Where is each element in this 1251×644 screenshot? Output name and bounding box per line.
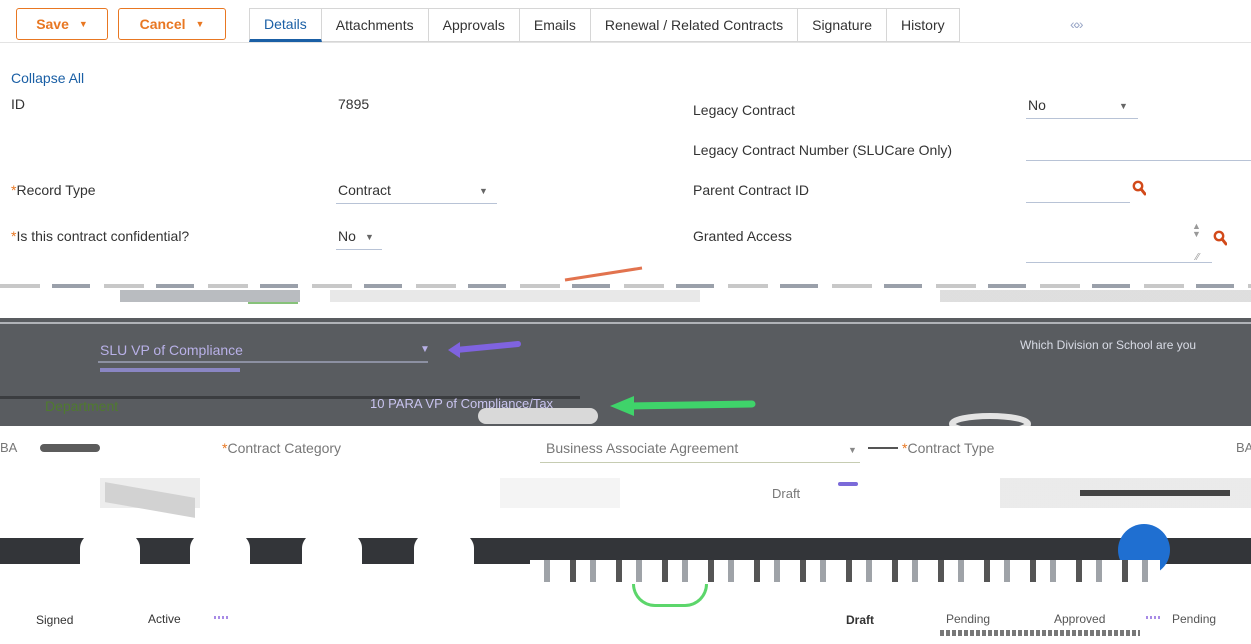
confidential-label: *Is this contract confidential? [11, 228, 190, 244]
contract-category-label: *Contract Category [222, 440, 342, 456]
department-text: Department [45, 398, 119, 414]
granted-access-underline [1026, 262, 1212, 263]
row-prefix-text-right: BA [1236, 440, 1251, 455]
confidential-underline [336, 249, 382, 250]
tab-details[interactable]: Details [249, 8, 322, 42]
vp-compliance-text: SLU VP of Compliance [100, 342, 243, 358]
id-label: ID [11, 96, 25, 112]
tab-attachments[interactable]: Attachments [321, 8, 429, 42]
search-icon[interactable] [1132, 180, 1146, 196]
stage-draft: Draft [846, 613, 875, 627]
tab-history[interactable]: History [887, 8, 960, 42]
glitch-underline [98, 361, 428, 363]
tab-bar: Details Attachments Approvals Emails Ren… [249, 8, 960, 42]
which-division-text: Which Division or School are you [1020, 338, 1197, 352]
stage-bubble [80, 528, 140, 568]
arrow-annotation [610, 396, 756, 416]
glitch-band [0, 284, 1251, 288]
glitch-fragment [214, 616, 230, 619]
legacy-number-input[interactable] [1028, 142, 1248, 160]
glitch-fragment [838, 482, 858, 486]
save-button[interactable]: Save ▼ [16, 8, 108, 40]
glitch-underline [540, 462, 860, 463]
cancel-label: Cancel [139, 16, 186, 32]
granted-access-label: Granted Access [693, 228, 792, 244]
legacy-number-label: Legacy Contract Number (SLUCare Only) [693, 142, 953, 158]
contract-category-value: Business Associate Agreement [546, 440, 739, 456]
header-divider [0, 42, 1251, 43]
legacy-contract-select[interactable]: No [1028, 97, 1046, 113]
arrow-annotation [448, 341, 521, 358]
glitch-fragment [478, 408, 598, 424]
collapse-all-link[interactable]: Collapse All [11, 70, 84, 86]
glitch-band [0, 322, 1251, 324]
row-prefix-text: BA [0, 440, 18, 455]
glitch-fragment [1080, 490, 1230, 496]
stage-pending-2: Pending [1172, 612, 1217, 626]
granted-access-textarea[interactable] [1028, 222, 1208, 260]
glitch-fragment [940, 630, 1140, 636]
tab-approvals[interactable]: Approvals [428, 8, 520, 42]
chevron-down-icon: ▼ [195, 19, 205, 29]
record-type-underline [336, 203, 497, 204]
chevron-down-icon[interactable]: ▼ [1119, 101, 1128, 111]
legacy-number-underline [1026, 160, 1251, 161]
id-value: 7895 [338, 96, 370, 112]
spinner-icon[interactable]: ▲ ▼ [1192, 222, 1201, 239]
confidential-select[interactable]: No [338, 228, 356, 244]
glitch-fragment [248, 302, 298, 304]
draft-text: Draft [772, 486, 801, 501]
glitch-band [0, 290, 1251, 302]
stage-bubble [302, 528, 362, 568]
glitch-band [530, 560, 1160, 582]
stage-approved: Approved [1054, 612, 1106, 626]
search-icon[interactable] [1213, 230, 1227, 246]
chevron-down-icon[interactable]: ▼ [365, 232, 374, 242]
parent-id-input[interactable] [1028, 182, 1128, 200]
glitch-fragment [632, 584, 708, 607]
glitch-fragment [868, 447, 898, 449]
tab-signature[interactable]: Signature [798, 8, 888, 42]
chevron-down-icon: ▼ [848, 445, 857, 455]
tab-scroll-icon[interactable]: «» [1070, 16, 1084, 32]
stage-pending: Pending [946, 612, 991, 626]
glitch-fragment [1146, 616, 1162, 619]
chevron-down-icon[interactable]: ▼ [479, 186, 488, 196]
chevron-down-icon: ▼ [420, 344, 430, 355]
stage-bubble [414, 528, 474, 568]
tab-emails[interactable]: Emails [519, 8, 591, 42]
legacy-contract-label: Legacy Contract [693, 102, 795, 118]
record-type-label: *Record Type [11, 182, 96, 198]
glitch-fragment [100, 368, 240, 372]
arrow-annotation [564, 266, 643, 282]
legacy-contract-underline [1026, 118, 1138, 119]
contract-type-label: *Contract Type [902, 440, 995, 456]
stage-active: Active [148, 612, 181, 626]
chevron-down-icon: ▼ [78, 19, 88, 29]
parent-id-underline [1026, 202, 1130, 203]
tab-renewal-related-contracts[interactable]: Renewal / Related Contracts [590, 8, 799, 42]
record-type-select[interactable]: Contract [338, 182, 391, 198]
glitch-fragment [40, 444, 100, 452]
resize-handle-icon[interactable]: ⁄⁄ [1196, 252, 1199, 263]
save-label: Save [36, 16, 69, 32]
parent-id-label: Parent Contract ID [693, 182, 809, 198]
stage-bubble [190, 528, 250, 568]
stage-signed: Signed [36, 613, 74, 627]
cancel-button[interactable]: Cancel ▼ [118, 8, 226, 40]
